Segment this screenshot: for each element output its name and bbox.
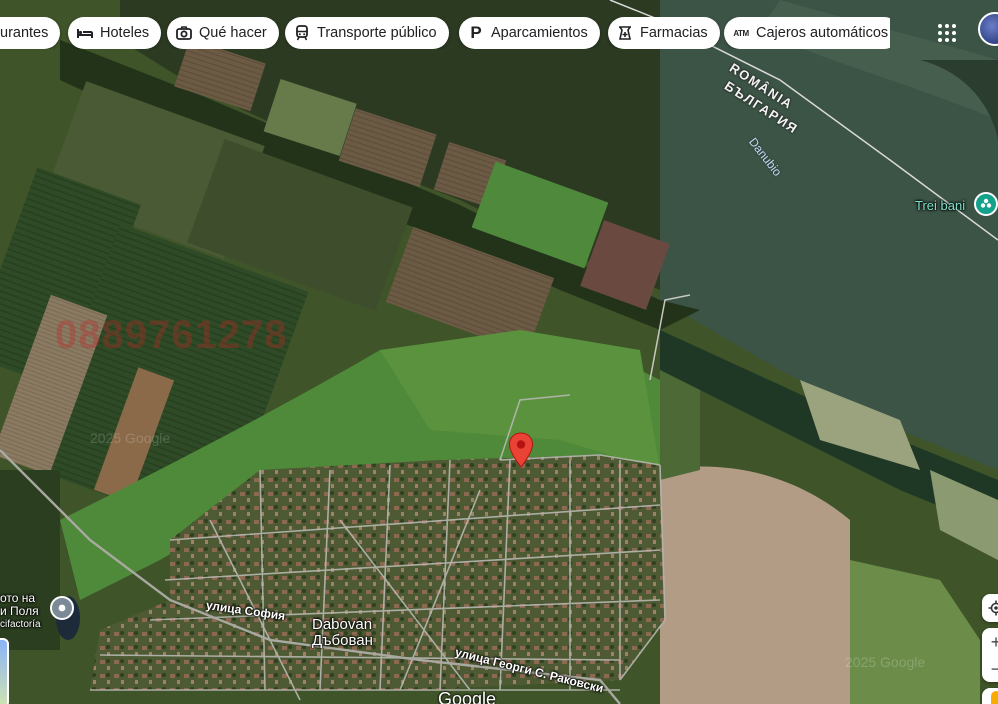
poi-category-label: cifactoría (0, 619, 41, 630)
google-apps-button[interactable] (930, 16, 964, 50)
copyright-watermark-right: 2025 Google (845, 654, 926, 670)
chip-hotels[interactable]: Hoteles (68, 17, 162, 49)
chip-label: Transporte público (317, 25, 437, 41)
chip-label: Hoteles (100, 25, 150, 41)
nature-place-pin-icon[interactable] (974, 192, 998, 216)
chip-public-transport[interactable]: Transporte público (285, 17, 449, 49)
poi-label-line1[interactable]: ото на (0, 591, 35, 605)
pegman-button[interactable] (982, 688, 998, 704)
chip-parking[interactable]: P Aparcamientos (459, 17, 600, 49)
my-location-icon (988, 600, 998, 616)
zoom-controls: + − (982, 628, 998, 682)
poi-pin-icon[interactable] (50, 596, 74, 620)
atm-icon: ATM (733, 28, 749, 38)
chip-label: Qué hacer (199, 25, 267, 41)
chip-label: Farmacias (640, 25, 708, 41)
chip-restaurants[interactable]: urantes (0, 17, 61, 49)
village-name-cyrillic[interactable]: Дъбован (312, 632, 373, 649)
category-chip-bar: urantes Hoteles Qué hacer Transporte púb… (0, 17, 890, 49)
chip-pharmacies[interactable]: Farmacias (608, 17, 720, 49)
bed-icon (76, 24, 94, 42)
chip-atms[interactable]: ATM Cajeros automáticos (724, 17, 890, 49)
my-location-button[interactable] (982, 594, 998, 622)
chip-label: urantes (0, 25, 49, 41)
village-name-latin[interactable]: Dabovan (312, 616, 372, 633)
train-icon (293, 24, 311, 42)
trei-bani-label[interactable]: Trei bani (915, 198, 965, 213)
copyright-watermark-left: 2025 Google (90, 430, 171, 446)
pegman-icon (991, 691, 998, 704)
poi-label-line2[interactable]: и Поля (0, 604, 39, 618)
chip-things-to-do[interactable]: Qué hacer (167, 17, 279, 49)
chip-label: Cajeros automáticos (756, 25, 889, 41)
zoom-out-button[interactable]: − (991, 660, 998, 678)
apps-grid-icon (938, 24, 956, 42)
pharmacy-icon (616, 24, 634, 42)
camera-icon (175, 24, 193, 42)
google-logo: Google (438, 689, 497, 704)
parking-icon: P (470, 23, 482, 42)
chip-label: Aparcamientos (491, 25, 588, 41)
phone-watermark: 0889761278 (55, 313, 288, 357)
zoom-in-button[interactable]: + (991, 633, 998, 651)
location-pin-icon[interactable] (508, 432, 534, 468)
layers-toggle-thumbnail[interactable] (0, 638, 9, 704)
